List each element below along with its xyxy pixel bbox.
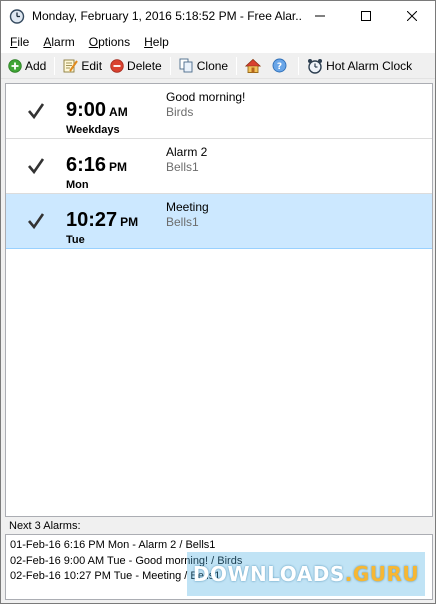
watermark-text: DOWNLOADS.GURU xyxy=(193,562,419,586)
svg-text:?: ? xyxy=(277,62,282,72)
window-controls xyxy=(297,1,435,31)
alarm-sound: Bells1 xyxy=(166,160,199,174)
menu-bar: File Alarm Options Help xyxy=(1,31,435,53)
delete-label: Delete xyxy=(127,58,162,73)
toolbar-separator xyxy=(169,56,171,75)
alarm-time: 6:16 PM xyxy=(66,154,127,177)
close-button[interactable] xyxy=(389,1,435,31)
alarm-time: 9:00 AM xyxy=(66,99,128,122)
home-icon xyxy=(245,58,262,73)
alarm-days: Tue xyxy=(66,234,85,246)
delete-button[interactable]: Delete xyxy=(106,55,166,77)
window-title: Monday, February 1, 2016 5:18:52 PM - Fr… xyxy=(32,9,302,23)
edit-icon xyxy=(63,59,79,73)
edit-label: Edit xyxy=(81,58,103,73)
menu-help[interactable]: Help xyxy=(137,32,176,52)
alarm-clock-icon xyxy=(308,58,323,74)
add-label: Add xyxy=(25,58,47,73)
alarm-row[interactable]: 6:16 PM Mon Alarm 2 Bells1 xyxy=(6,139,432,194)
help-icon: ? xyxy=(272,58,287,73)
delete-icon xyxy=(110,58,124,73)
checkbox-checked-icon[interactable] xyxy=(26,156,46,176)
alarm-time: 10:27 PM xyxy=(66,209,138,232)
app-window: Monday, February 1, 2016 5:18:52 PM - Fr… xyxy=(0,0,436,604)
next-alarms-label: Next 3 Alarms: xyxy=(9,520,81,532)
menu-alarm-label: larm xyxy=(51,35,75,49)
alarm-name: Good morning! xyxy=(166,90,246,104)
menu-help-accel: H xyxy=(144,35,153,49)
clone-label: Clone xyxy=(196,58,229,73)
menu-help-label: elp xyxy=(152,35,169,49)
minimize-button[interactable] xyxy=(297,1,343,31)
alarm-days: Mon xyxy=(66,179,89,191)
hot-alarm-clock-button[interactable]: Hot Alarm Clock xyxy=(303,55,416,77)
add-button[interactable]: Add xyxy=(4,55,50,77)
toolbar: Add Edit Delete Clone ? Hot Alarm Clock xyxy=(1,53,435,79)
alarm-ampm: PM xyxy=(109,160,128,174)
menu-file[interactable]: File xyxy=(3,32,36,52)
minimize-icon xyxy=(315,15,325,17)
hot-alarm-clock-label: Hot Alarm Clock xyxy=(326,58,413,73)
clone-button[interactable]: Clone xyxy=(175,55,232,77)
watermark: DOWNLOADS.GURU xyxy=(187,552,425,596)
toolbar-separator xyxy=(236,56,238,75)
clone-icon xyxy=(179,58,193,73)
edit-button[interactable]: Edit xyxy=(59,55,106,77)
maximize-icon xyxy=(361,11,371,21)
alarm-name: Meeting xyxy=(166,200,209,214)
menu-options-label: ptions xyxy=(98,35,131,49)
alarm-time-value: 6:16 xyxy=(66,154,107,176)
home-button[interactable] xyxy=(241,55,268,77)
alarm-ampm: AM xyxy=(109,105,128,119)
checkbox-checked-icon[interactable] xyxy=(26,101,46,121)
add-icon xyxy=(8,58,22,73)
menu-alarm[interactable]: Alarm xyxy=(36,32,81,52)
toolbar-separator xyxy=(298,56,300,75)
menu-file-label: ile xyxy=(17,35,30,49)
toolbar-separator xyxy=(54,56,56,75)
help-button[interactable]: ? xyxy=(268,55,294,77)
alarm-list[interactable]: 9:00 AM Weekdays Good morning! Birds 6:16… xyxy=(5,83,433,517)
checkbox-checked-icon[interactable] xyxy=(26,211,46,231)
title-bar: Monday, February 1, 2016 5:18:52 PM - Fr… xyxy=(1,1,435,31)
alarm-name: Alarm 2 xyxy=(166,145,208,159)
close-icon xyxy=(407,11,417,21)
alarm-row[interactable]: 9:00 AM Weekdays Good morning! Birds xyxy=(6,84,432,139)
alarm-row-selected[interactable]: 10:27 PM Tue Meeting Bells1 xyxy=(6,194,432,249)
watermark-text-a: DOWNLOADS xyxy=(192,562,345,586)
alarm-days: Weekdays xyxy=(66,124,120,136)
alarm-ampm: PM xyxy=(120,215,139,229)
alarm-time-value: 9:00 xyxy=(66,99,107,121)
alarm-sound: Birds xyxy=(166,105,194,119)
watermark-text-b: .GURU xyxy=(344,562,420,586)
menu-options-accel: O xyxy=(88,35,99,49)
menu-options[interactable]: Options xyxy=(82,32,137,52)
alarm-sound: Bells1 xyxy=(166,215,199,229)
maximize-button[interactable] xyxy=(343,1,389,31)
alarm-time-value: 10:27 xyxy=(66,209,118,231)
alarm-clock-app-icon xyxy=(9,9,25,24)
